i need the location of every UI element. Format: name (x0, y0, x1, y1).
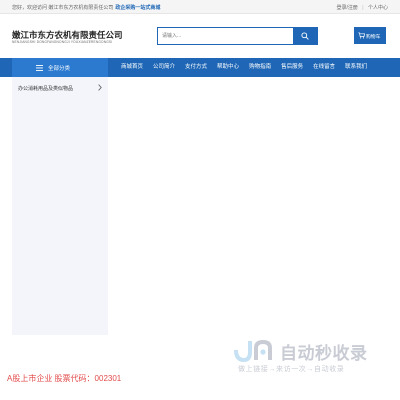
nav-message[interactable]: 在线留言 (308, 58, 340, 77)
watermark-slogan: 做上链接→来访一次→自动收录 (238, 366, 345, 373)
login-register-link[interactable]: 登录/注册 (337, 5, 358, 11)
nav-contact[interactable]: 联系我们 (340, 58, 372, 77)
search-button[interactable] (293, 28, 317, 44)
menu-icon (36, 65, 43, 71)
stock-notice: A股上市企业 股票代码：002301 (7, 374, 122, 383)
all-categories-button[interactable]: 全部分类 (12, 58, 108, 77)
search-input[interactable] (158, 28, 294, 44)
search-icon (301, 32, 309, 40)
main-nav: 商城首页 公司简介 支付方式 帮助中心 购物指南 售后服务 在线留言 联系我们 (116, 58, 372, 77)
nav-payment[interactable]: 支付方式 (180, 58, 212, 77)
slogan-link[interactable]: 政企采购一站式商城 (115, 5, 160, 11)
cart-label: 购物车 (366, 35, 381, 40)
category-sidebar: 办公消耗用品及类似物品 (12, 77, 108, 335)
greeting-text: 您好，欢迎访问 嫩江市东方农机有限责任公司 (12, 5, 114, 11)
sidebar-item-label: 办公消耗用品及类似物品 (18, 86, 74, 92)
watermark: 自动秒收录 做上链接→来访一次→自动收录 (232, 336, 392, 382)
nav-guide[interactable]: 购物指南 (244, 58, 276, 77)
cart-icon (358, 32, 365, 39)
divider: | (362, 5, 364, 11)
welcome-text: 您好，欢迎访问 嫩江市东方农机有限责任公司 政企采购一站式商城 (12, 4, 160, 11)
nav-about[interactable]: 公司简介 (148, 58, 180, 77)
search-box (157, 27, 318, 45)
sidebar-item-office-supplies[interactable]: 办公消耗用品及类似物品 (12, 81, 108, 95)
nav-home[interactable]: 商城首页 (116, 58, 148, 77)
all-categories-label: 全部分类 (48, 66, 71, 72)
company-name-en: NENJIANGSHI DONGFANGNONGJI YOUXIANZERENG… (12, 40, 113, 44)
watermark-logo-icon (234, 339, 272, 363)
top-links: 登录/注册 | 个人中心 (334, 4, 389, 11)
top-bar: 您好，欢迎访问 嫩江市东方农机有限责任公司 政企采购一站式商城 登录/注册 | 个… (0, 0, 400, 14)
user-center-link[interactable]: 个人中心 (368, 5, 388, 11)
watermark-brand: 自动秒收录 (280, 344, 368, 363)
chevron-right-icon (98, 84, 102, 91)
nav-help[interactable]: 帮助中心 (212, 58, 244, 77)
page: 您好，欢迎访问 嫩江市东方农机有限责任公司 政企采购一站式商城 登录/注册 | 个… (0, 0, 400, 400)
cart-button[interactable]: 购物车 (354, 27, 386, 44)
nav-after-sales[interactable]: 售后服务 (276, 58, 308, 77)
